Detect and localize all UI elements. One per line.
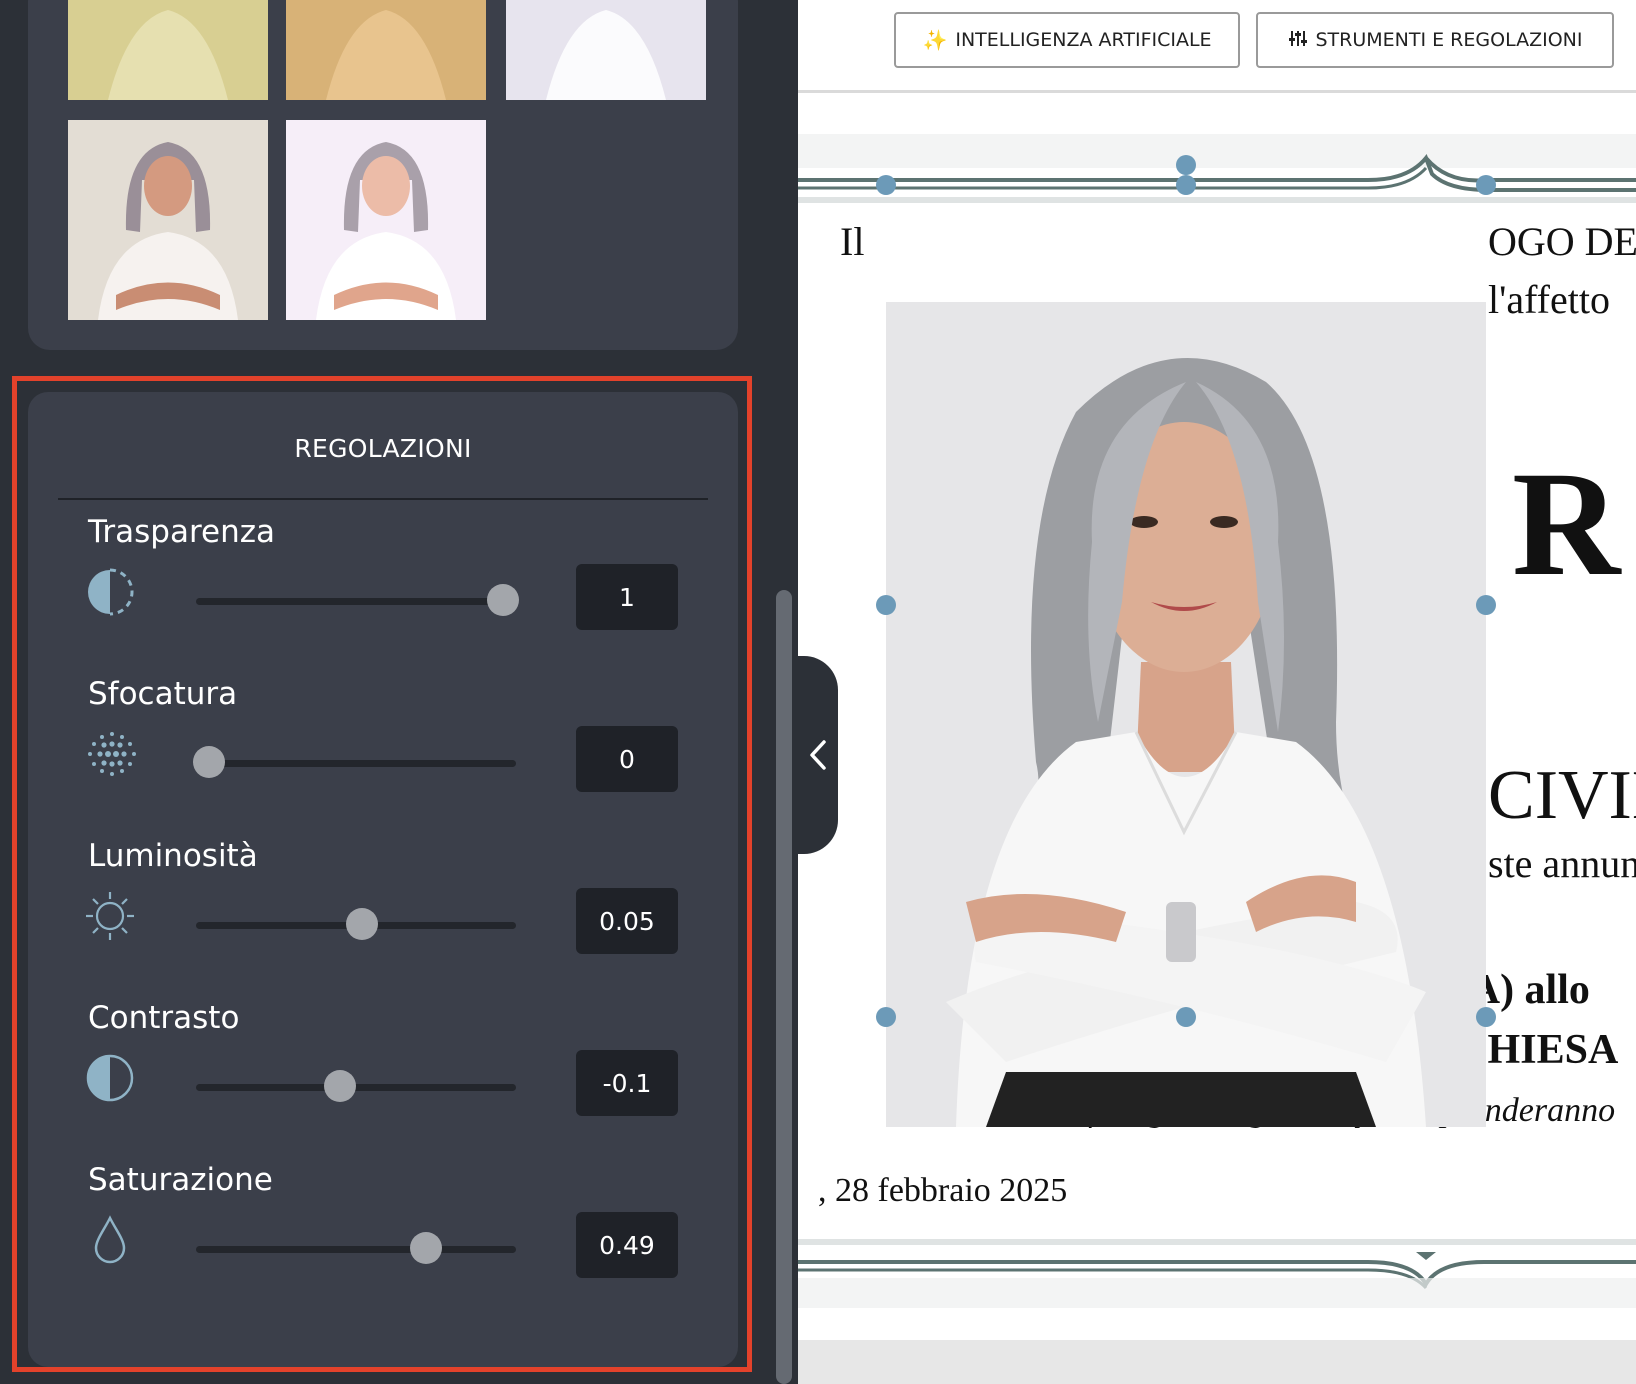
- adjustments-title: REGOLAZIONI: [294, 434, 472, 463]
- rotate-handle[interactable]: [1176, 155, 1196, 175]
- filter-thumbnail-1[interactable]: [68, 0, 268, 100]
- bottom-border-ornament: [798, 1239, 1636, 1308]
- resize-handle-bottom-left[interactable]: [876, 1007, 896, 1027]
- left-panel: REGOLAZIONI Trasparenza 1 Sfocatura 0 Lu…: [0, 0, 798, 1384]
- sun-icon: [86, 890, 138, 942]
- funeral-notice-page: Il OGO DE l'affetto R CIVIL ste annun I …: [798, 110, 1636, 1360]
- adjustment-row-brightness: Luminosità 0.05: [28, 838, 738, 998]
- brightness-value[interactable]: 0.05: [576, 888, 678, 954]
- contrast-slider-knob[interactable]: [324, 1070, 356, 1102]
- contrast-slider-track[interactable]: [196, 1084, 516, 1091]
- top-toolbar: ✨ INTELLIGENZA ARTIFICIALE STRUMENTI E R…: [798, 0, 1636, 93]
- transparency-slider-track[interactable]: [196, 598, 516, 605]
- adjustment-row-contrast: Contrasto -0.1: [28, 1000, 738, 1160]
- transparency-slider-knob[interactable]: [487, 584, 520, 616]
- doc-line2-right: l'affetto: [1488, 277, 1610, 322]
- tools-button[interactable]: STRUMENTI E REGOLAZIONI: [1256, 12, 1614, 68]
- filter-thumbnail-2[interactable]: [286, 0, 486, 100]
- dot-grid-icon: [86, 728, 138, 780]
- resize-handle-top-left[interactable]: [876, 175, 896, 195]
- resize-handle-right[interactable]: [1476, 595, 1496, 615]
- filter-thumbnail-4[interactable]: [68, 120, 268, 320]
- saturation-slider-knob[interactable]: [410, 1232, 443, 1264]
- adjustment-row-transparency: Trasparenza 1: [28, 514, 738, 674]
- doc-big-letter: R: [1512, 441, 1621, 607]
- doc-civil: CIVIL: [1488, 757, 1636, 834]
- filter-thumbnail-5[interactable]: [286, 120, 486, 320]
- saturation-label: Saturazione: [88, 1162, 273, 1198]
- filter-thumbnails-card: [28, 0, 738, 350]
- transparency-label: Trasparenza: [88, 514, 275, 550]
- doc-line1-right: OGO DE: [1488, 219, 1636, 264]
- filter-thumbnail-3[interactable]: [506, 0, 706, 100]
- brightness-label: Luminosità: [88, 838, 258, 874]
- adjustments-card: REGOLAZIONI Trasparenza 1 Sfocatura 0 Lu…: [28, 392, 738, 1367]
- blur-label: Sfocatura: [88, 676, 238, 712]
- doc-line-annun: ste annun: [1488, 841, 1636, 886]
- adjustments-divider: [58, 498, 708, 500]
- blur-slider-knob[interactable]: [192, 746, 225, 778]
- contrast-icon: [86, 1052, 138, 1104]
- chevron-left-icon: [810, 740, 826, 770]
- document-canvas: ✨ INTELLIGENZA ARTIFICIALE STRUMENTI E R…: [798, 0, 1636, 1384]
- blur-slider-track[interactable]: [196, 760, 516, 767]
- resize-handle-bottom-right[interactable]: [1476, 1007, 1496, 1027]
- ai-button[interactable]: ✨ INTELLIGENZA ARTIFICIALE: [894, 12, 1240, 68]
- resize-handle-top[interactable]: [1176, 175, 1196, 195]
- half-circle-dashed-icon: [86, 566, 138, 618]
- saturation-slider-track[interactable]: [196, 1246, 516, 1253]
- saturation-value[interactable]: 0.49: [576, 1212, 678, 1278]
- doc-line1-left: Il: [840, 219, 865, 264]
- selected-portrait-photo[interactable]: [886, 302, 1486, 1127]
- adjustment-row-blur: Sfocatura 0: [28, 676, 738, 836]
- transparency-value[interactable]: 1: [576, 564, 678, 630]
- adjustment-row-saturation: Saturazione 0.49: [28, 1162, 738, 1322]
- panel-scrollbar[interactable]: [776, 590, 792, 1384]
- sparkles-icon: ✨: [922, 28, 948, 52]
- collapse-panel-tab[interactable]: [798, 656, 838, 854]
- canvas-bottom-strip: [798, 1340, 1636, 1384]
- contrast-value[interactable]: -0.1: [576, 1050, 678, 1116]
- brightness-slider-knob[interactable]: [346, 908, 379, 940]
- resize-handle-top-right[interactable]: [1476, 175, 1496, 195]
- blur-value[interactable]: 0: [576, 726, 678, 792]
- doc-date: , 28 febbraio 2025: [818, 1172, 1068, 1209]
- contrast-label: Contrasto: [88, 1000, 240, 1036]
- ai-button-label: INTELLIGENZA ARTIFICIALE: [955, 29, 1212, 51]
- resize-handle-bottom[interactable]: [1176, 1007, 1196, 1027]
- resize-handle-left[interactable]: [876, 595, 896, 615]
- tools-button-label: STRUMENTI E REGOLAZIONI: [1315, 29, 1583, 51]
- top-border-ornament: [798, 134, 1636, 203]
- sliders-icon: [1288, 28, 1308, 53]
- drop-icon: [86, 1214, 138, 1266]
